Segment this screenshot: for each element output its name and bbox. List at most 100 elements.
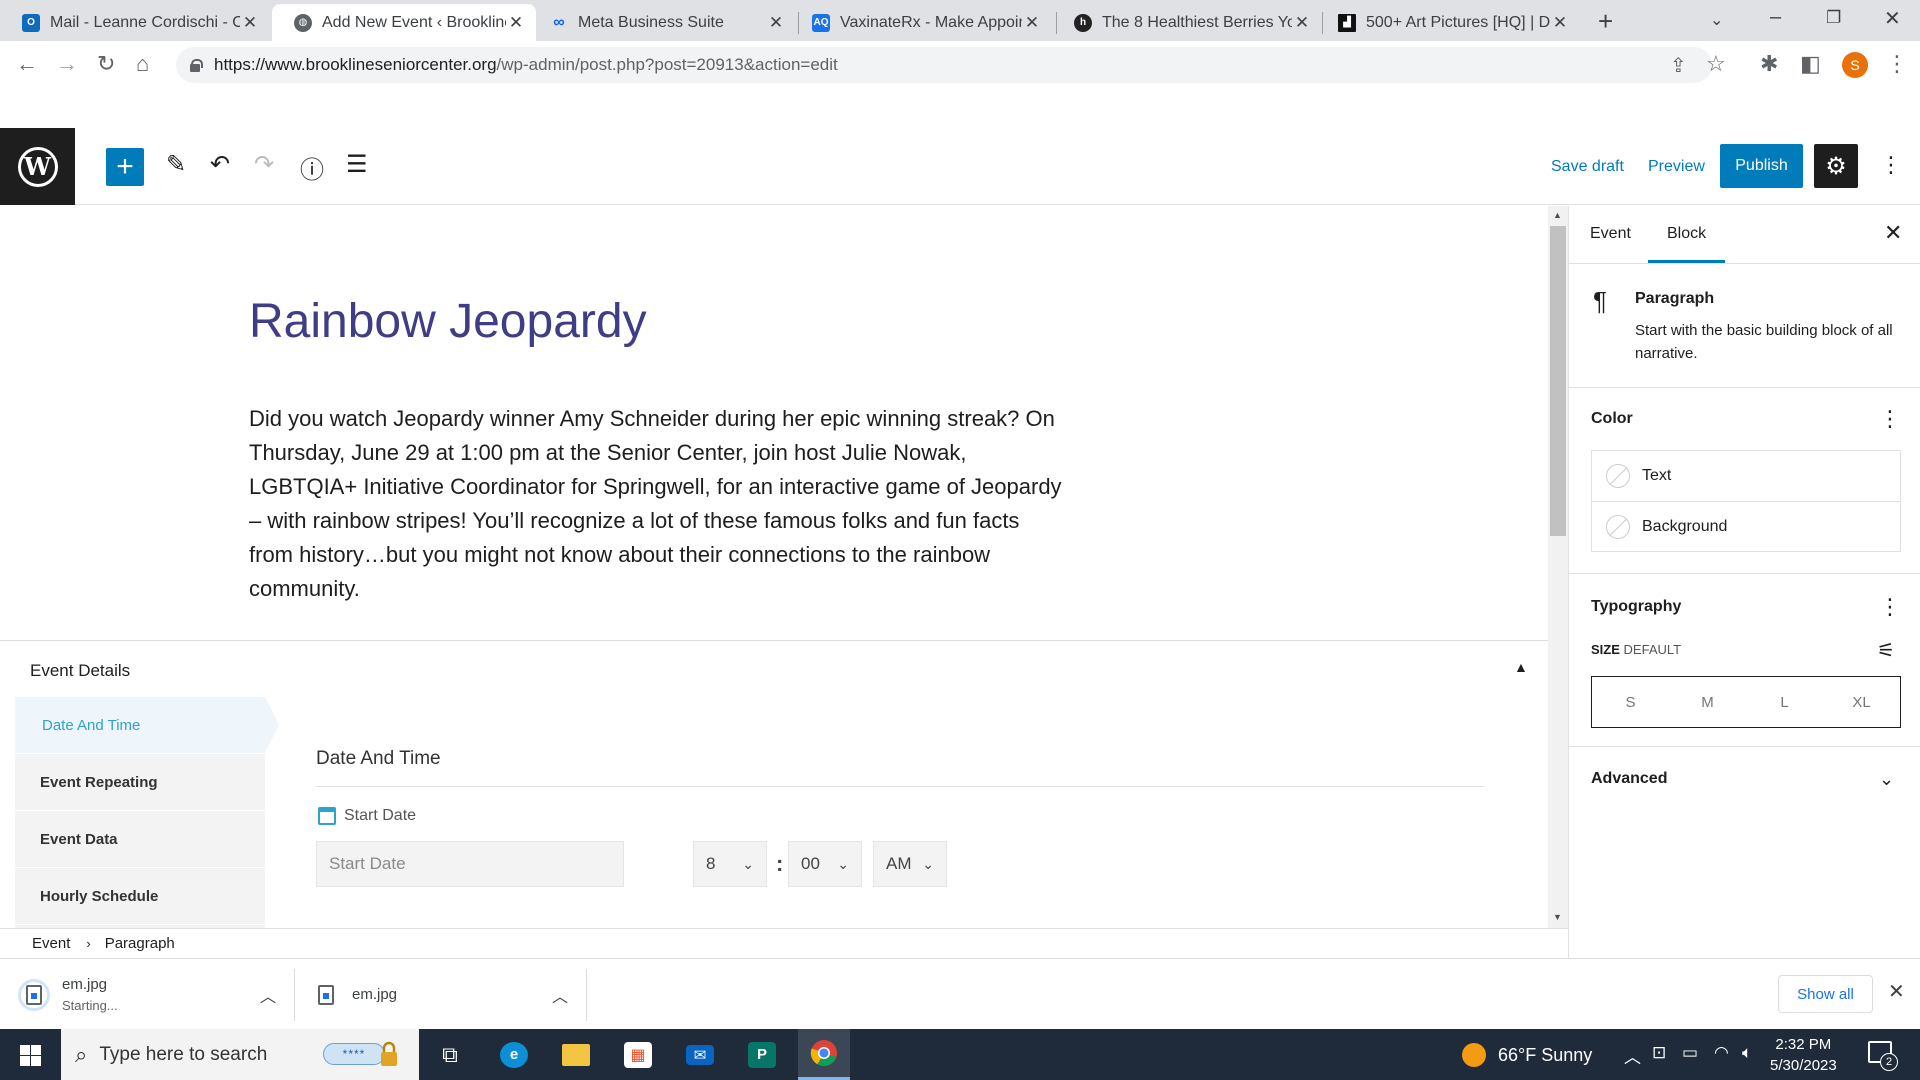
share-icon[interactable]: ⇪ bbox=[1670, 53, 1687, 78]
browser-tab-add-new-event[interactable]: ◍ Add New Event ‹ Brookline ✕ bbox=[272, 4, 536, 41]
block-inserter-button[interactable]: + bbox=[106, 148, 144, 186]
browser-tab-healthline[interactable]: h The 8 Healthiest Berries Yo ✕ bbox=[1052, 4, 1322, 41]
battery-icon[interactable]: ▭ bbox=[1682, 1043, 1698, 1063]
back-icon[interactable]: ← bbox=[16, 51, 38, 77]
browser-tab-unsplash[interactable]: ▟ 500+ Art Pictures [HQ] | Do ✕ bbox=[1316, 4, 1580, 41]
chrome-icon[interactable] bbox=[798, 1029, 850, 1080]
publish-button[interactable]: Publish bbox=[1720, 144, 1803, 188]
close-icon[interactable]: ✕ bbox=[1888, 979, 1905, 1004]
advanced-panel-title[interactable]: Advanced bbox=[1591, 770, 1667, 788]
ampm-select[interactable]: AM ⌄ bbox=[873, 841, 947, 887]
side-panel-icon[interactable]: ◧ bbox=[1800, 51, 1821, 77]
publisher-icon[interactable]: P bbox=[736, 1029, 788, 1080]
taskbar-search[interactable]: ⌕ Type here to search **** bbox=[61, 1029, 419, 1080]
scroll-up-arrow-icon[interactable]: ▲ bbox=[1553, 210, 1562, 220]
nav-event-data[interactable]: Event Data bbox=[15, 811, 265, 868]
paragraph-block[interactable]: Did you watch Jeopardy winner Amy Schnei… bbox=[249, 402, 1069, 606]
tab-search-chevron-icon[interactable]: ⌄ bbox=[1710, 10, 1723, 30]
options-menu-icon[interactable]: ⋮ bbox=[1880, 152, 1902, 178]
system-clock[interactable]: 2:32 PM 5/30/2023 bbox=[1770, 1034, 1837, 1076]
details-info-icon[interactable]: ⓘ bbox=[300, 150, 324, 185]
minute-select[interactable]: 00 ⌄ bbox=[788, 841, 862, 887]
size-option-s[interactable]: S bbox=[1592, 677, 1669, 727]
chevron-down-icon[interactable]: ⌄ bbox=[1879, 769, 1894, 790]
nav-date-and-time[interactable]: Date And Time bbox=[15, 697, 279, 754]
section-title: Date And Time bbox=[316, 748, 441, 769]
nav-event-repeating[interactable]: Event Repeating bbox=[15, 754, 265, 811]
close-tab-icon[interactable]: ✕ bbox=[240, 13, 260, 33]
extensions-icon[interactable]: ✱ bbox=[1760, 51, 1778, 77]
show-all-downloads-button[interactable]: Show all bbox=[1778, 975, 1873, 1013]
weather-widget[interactable]: 66°F Sunny bbox=[1462, 1043, 1592, 1067]
hour-select[interactable]: 8 ⌄ bbox=[693, 841, 767, 887]
meet-now-icon[interactable]: ⊡ bbox=[1652, 1043, 1666, 1063]
download-item[interactable]: em.jpg Starting... bbox=[18, 959, 118, 1030]
save-draft-button[interactable]: Save draft bbox=[1551, 158, 1624, 176]
home-icon[interactable]: ⌂ bbox=[136, 51, 149, 77]
breadcrumb-paragraph[interactable]: Paragraph bbox=[105, 935, 175, 952]
windows-start-icon[interactable] bbox=[20, 1045, 41, 1066]
browser-tab-vaxinaterx[interactable]: AQ VaxinateRx - Make Appoint ✕ bbox=[790, 4, 1052, 41]
undo-icon[interactable]: ↶ bbox=[210, 150, 230, 179]
typography-panel-title[interactable]: Typography bbox=[1591, 598, 1681, 616]
task-view-icon[interactable]: ⧉ bbox=[424, 1029, 476, 1080]
metabox-title[interactable]: Event Details bbox=[30, 661, 130, 681]
list-view-icon[interactable]: ☰ bbox=[346, 150, 368, 179]
bookmark-star-icon[interactable]: ☆ bbox=[1706, 51, 1726, 77]
mail-icon[interactable]: ✉ bbox=[674, 1029, 726, 1080]
restore-icon[interactable]: ❐ bbox=[1826, 8, 1841, 28]
forward-icon[interactable]: → bbox=[56, 51, 78, 77]
edge-icon[interactable]: e bbox=[488, 1029, 540, 1080]
close-tab-icon[interactable]: ✕ bbox=[1550, 13, 1570, 33]
size-option-m[interactable]: M bbox=[1669, 677, 1746, 727]
nav-hourly-schedule[interactable]: Hourly Schedule bbox=[15, 868, 265, 925]
custom-size-settings-icon[interactable]: ⚟ bbox=[1877, 638, 1895, 663]
breadcrumb-event[interactable]: Event bbox=[32, 935, 70, 952]
background-color-option[interactable]: Background bbox=[1592, 501, 1900, 551]
tab-event[interactable]: Event bbox=[1590, 225, 1631, 243]
color-options-icon[interactable]: ⋮ bbox=[1879, 406, 1901, 432]
typography-options-icon[interactable]: ⋮ bbox=[1879, 594, 1901, 620]
preview-button[interactable]: Preview bbox=[1648, 158, 1705, 176]
size-option-xl[interactable]: XL bbox=[1823, 677, 1900, 727]
color-panel-title[interactable]: Color bbox=[1591, 410, 1633, 428]
browser-menu-icon[interactable]: ⋮ bbox=[1886, 51, 1908, 77]
collapse-up-icon[interactable]: ▲ bbox=[1514, 659, 1528, 675]
browser-tab-mail[interactable]: O Mail - Leanne Cordischi - O ✕ bbox=[0, 4, 270, 41]
reload-icon[interactable]: ↻ bbox=[97, 51, 115, 77]
browser-tab-meta[interactable]: ∞ Meta Business Suite ✕ bbox=[528, 4, 796, 41]
close-tab-icon[interactable]: ✕ bbox=[766, 13, 786, 33]
show-hidden-icons-chevron-icon[interactable]: ︿ bbox=[1624, 1043, 1641, 1068]
post-title[interactable]: Rainbow Jeopardy bbox=[249, 294, 647, 349]
password-manager-badge[interactable]: **** bbox=[323, 1043, 385, 1065]
close-tab-icon[interactable]: ✕ bbox=[506, 13, 526, 33]
new-tab-icon[interactable]: + bbox=[1598, 6, 1613, 37]
start-date-input[interactable]: Start Date bbox=[316, 841, 624, 887]
canvas-scrollbar[interactable]: ▲ ▼ bbox=[1548, 206, 1568, 928]
wifi-icon[interactable]: ◠ bbox=[1714, 1043, 1729, 1063]
chevron-up-icon[interactable]: ︿ bbox=[552, 983, 568, 1007]
close-window-icon[interactable]: ✕ bbox=[1884, 6, 1901, 31]
url-text[interactable]: https://www.brooklineseniorcenter.org/wp… bbox=[214, 55, 838, 75]
text-color-option[interactable]: Text bbox=[1592, 451, 1900, 501]
scrollbar-thumb[interactable] bbox=[1550, 226, 1566, 536]
close-icon[interactable]: ✕ bbox=[1884, 220, 1902, 246]
volume-icon[interactable]: 🔈︎ bbox=[1742, 1043, 1752, 1063]
profile-avatar[interactable]: S bbox=[1842, 52, 1868, 78]
settings-gear-icon[interactable]: ⚙ bbox=[1814, 144, 1858, 188]
tab-block[interactable]: Block bbox=[1667, 225, 1706, 243]
minimize-icon[interactable]: – bbox=[1770, 6, 1781, 29]
file-explorer-icon[interactable] bbox=[550, 1029, 602, 1080]
lock-icon[interactable] bbox=[190, 59, 203, 72]
edit-pencil-icon[interactable]: ✎ bbox=[166, 150, 186, 179]
redo-icon[interactable]: ↷ bbox=[254, 150, 274, 179]
address-bar[interactable]: https://www.brooklineseniorcenter.org/wp… bbox=[176, 47, 1726, 83]
download-item[interactable]: em.jpg bbox=[318, 959, 397, 1030]
scroll-down-arrow-icon[interactable]: ▼ bbox=[1553, 912, 1562, 922]
size-option-l[interactable]: L bbox=[1746, 677, 1823, 727]
microsoft-store-icon[interactable]: ▦ bbox=[612, 1029, 664, 1080]
wordpress-logo-icon[interactable]: W bbox=[0, 128, 75, 205]
close-tab-icon[interactable]: ✕ bbox=[1292, 13, 1312, 33]
close-tab-icon[interactable]: ✕ bbox=[1022, 13, 1042, 33]
chevron-up-icon[interactable]: ︿ bbox=[260, 983, 276, 1007]
